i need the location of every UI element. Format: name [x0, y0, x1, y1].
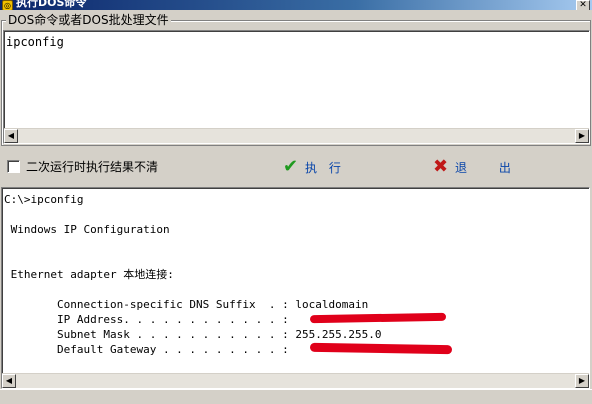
- scroll-left-arrow-icon[interactable]: ◀: [2, 374, 16, 388]
- output-panel[interactable]: C:\>ipconfig Windows IP Configuration Et…: [1, 187, 590, 389]
- close-button[interactable]: ✕: [576, 0, 590, 10]
- checkmark-icon: ✔: [283, 156, 299, 177]
- scroll-left-arrow-icon[interactable]: ◀: [4, 129, 18, 143]
- cross-icon: ✖: [433, 156, 449, 177]
- keep-output-label[interactable]: 二次运行时执行结果不清: [26, 158, 158, 175]
- keep-output-checkbox[interactable]: [7, 160, 20, 173]
- scroll-right-arrow-icon[interactable]: ▶: [575, 374, 589, 388]
- window-title: 执行DOS命令: [16, 0, 87, 9]
- exit-button[interactable]: ✖ 退 出: [433, 156, 513, 178]
- command-group: DOS命令或者DOS批处理文件 ipconfig ◀ ▶: [1, 13, 591, 146]
- command-input[interactable]: ipconfig: [6, 35, 566, 119]
- run-button[interactable]: ✔ 执 行: [283, 156, 353, 178]
- scroll-track[interactable]: [16, 374, 575, 388]
- run-button-label: 执 行: [305, 161, 345, 175]
- app-icon: ◎: [2, 0, 13, 10]
- scroll-right-arrow-icon[interactable]: ▶: [575, 129, 589, 143]
- status-strip: [0, 389, 592, 404]
- output-text: C:\>ipconfig Windows IP Configuration Et…: [4, 193, 382, 356]
- redaction-mark: [309, 312, 447, 324]
- output-hscrollbar[interactable]: ◀ ▶: [2, 373, 589, 388]
- options-row: 二次运行时执行结果不清 ✔ 执 行 ✖ 退 出: [0, 152, 592, 182]
- command-group-legend: DOS命令或者DOS批处理文件: [6, 13, 171, 27]
- command-hscrollbar[interactable]: ◀ ▶: [4, 128, 589, 143]
- title-bar[interactable]: ◎ 执行DOS命令 ✕: [0, 0, 592, 10]
- scroll-track[interactable]: [18, 129, 575, 143]
- exit-button-label: 退 出: [455, 161, 525, 175]
- command-field[interactable]: ipconfig ◀ ▶: [3, 30, 590, 144]
